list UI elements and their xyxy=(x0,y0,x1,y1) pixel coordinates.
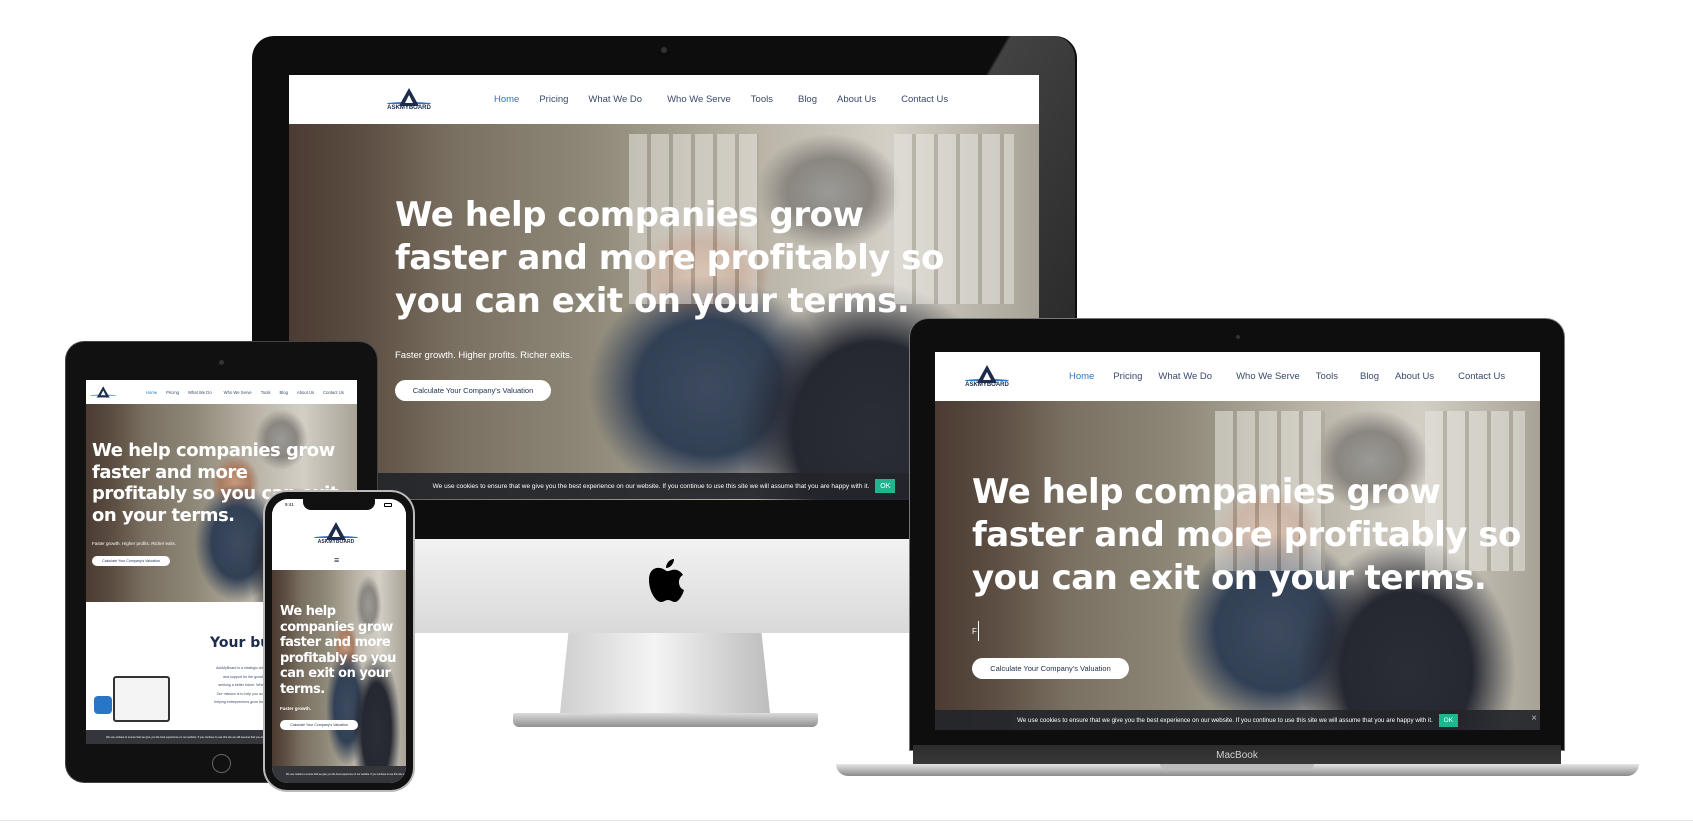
ipad-menu: Home Pricing What We Do Who We Serve Too… xyxy=(146,390,344,395)
macbook-cookie-banner: We use cookies to ensure that we give yo… xyxy=(935,710,1540,730)
ipad-chart-icon xyxy=(94,696,112,714)
iphone-header: ASKMYBOARD ≡ xyxy=(272,512,406,570)
macbook-brand-strip: MacBook xyxy=(913,745,1561,766)
nav-contact-us[interactable]: Contact Us xyxy=(901,94,948,105)
ipad-cookie-text: We use cookies to ensure that we give yo… xyxy=(106,735,281,739)
nav-tools[interactable]: Tools xyxy=(1316,371,1338,382)
macbook-menu: Home Pricing What We Do Who We Serve Too… xyxy=(1069,371,1505,382)
nav-about-us[interactable]: About Us xyxy=(837,94,876,105)
imac-stand-base xyxy=(513,713,818,727)
iphone-hero-subtitle: Faster growth. xyxy=(280,706,312,711)
logo-mark-icon xyxy=(977,365,997,383)
nav-tools[interactable]: Tools xyxy=(751,94,773,105)
ipad-hero-subtitle: Faster growth. Higher profits. Richer ex… xyxy=(92,541,177,546)
macbook-cta-button[interactable]: Calculate Your Company's Valuation xyxy=(972,658,1129,679)
nav-home[interactable]: Home xyxy=(146,390,157,395)
ipad-navbar: ASKMYBOARD Home Pricing What We Do Who W… xyxy=(86,380,357,404)
macbook-notch-groove xyxy=(1160,764,1314,769)
nav-contact-us[interactable]: Contact Us xyxy=(323,390,344,395)
macbook-navbar: ASKMYBOARD Home Pricing What We Do Who W… xyxy=(935,352,1540,401)
iphone-cookie-banner: We use cookies to ensure that we give yo… xyxy=(272,766,406,783)
iphone-notch xyxy=(303,499,375,510)
nav-what-we-do[interactable]: What We Do xyxy=(588,94,642,105)
close-icon[interactable]: × xyxy=(1531,714,1537,724)
iphone-screen: 9:41 ASKMYBOARD ≡ We help companies grow… xyxy=(272,499,406,783)
macbook-label: MacBook xyxy=(1216,750,1258,761)
nav-blog[interactable]: Blog xyxy=(280,390,288,395)
macbook-logo[interactable]: ASKMYBOARD xyxy=(965,365,1009,388)
logo-mark-icon xyxy=(326,522,346,540)
iphone-battery-icon xyxy=(384,503,392,507)
imac-logo[interactable]: ASKMYBOARD xyxy=(387,88,431,111)
imac-menu: Home Pricing What We Do Who We Serve Too… xyxy=(494,94,948,105)
iphone-hero-headline: We help companies grow faster and more p… xyxy=(280,604,396,697)
macbook-cookie-text: We use cookies to ensure that we give yo… xyxy=(1017,716,1433,724)
ipad-home-button xyxy=(212,754,231,773)
macbook-hero: We help companies grow faster and more p… xyxy=(935,401,1540,730)
nav-pricing[interactable]: Pricing xyxy=(166,390,179,395)
ipad-cta-button[interactable]: Calculate Your Company's Valuation xyxy=(92,556,170,566)
ipad-camera xyxy=(219,360,224,365)
nav-blog[interactable]: Blog xyxy=(1360,371,1379,382)
logo-mark-icon xyxy=(399,88,419,106)
iphone-logo[interactable]: ASKMYBOARD xyxy=(314,522,358,545)
imac-cta-button[interactable]: Calculate Your Company's Valuation xyxy=(395,380,551,401)
nav-about-us[interactable]: About Us xyxy=(1395,371,1434,382)
nav-blog[interactable]: Blog xyxy=(798,94,817,105)
page-divider xyxy=(0,820,1693,821)
nav-what-we-do[interactable]: What We Do xyxy=(1158,371,1212,382)
iphone-hero: We help companies grow faster and more p… xyxy=(272,570,406,766)
nav-who-we-serve[interactable]: Who We Serve xyxy=(667,94,731,105)
iphone-cta-button[interactable]: Calculate Your Company's Valuation xyxy=(280,720,358,730)
imac-cookie-ok-button[interactable]: OK xyxy=(875,479,896,493)
iphone-cookie-text: We use cookies to ensure that we give yo… xyxy=(286,773,406,776)
hamburger-menu-icon[interactable]: ≡ xyxy=(334,555,339,565)
nav-who-we-serve[interactable]: Who We Serve xyxy=(1236,371,1300,382)
macbook-hero-headline: We help companies grow faster and more p… xyxy=(972,472,1521,598)
nav-about-us[interactable]: About Us xyxy=(297,390,314,395)
macbook-hero-subtitle: F xyxy=(972,627,977,636)
nav-tools[interactable]: Tools xyxy=(261,390,271,395)
imac-camera xyxy=(661,47,667,53)
nav-home[interactable]: Home xyxy=(1069,371,1094,382)
nav-who-we-serve[interactable]: Who We Serve xyxy=(224,390,252,395)
imac-navbar: ASKMYBOARD Home Pricing What We Do Who W… xyxy=(289,75,1039,124)
imac-cookie-text: We use cookies to ensure that we give yo… xyxy=(432,482,870,490)
imac-hero-subtitle: Faster growth. Higher profits. Richer ex… xyxy=(395,350,573,361)
imac-hero-headline: We help companies grow faster and more p… xyxy=(395,195,944,321)
imac-stand xyxy=(560,633,770,713)
nav-pricing[interactable]: Pricing xyxy=(539,94,568,105)
ipad-logo[interactable]: ASKMYBOARD xyxy=(90,385,117,398)
nav-pricing[interactable]: Pricing xyxy=(1113,371,1142,382)
nav-contact-us[interactable]: Contact Us xyxy=(1458,371,1505,382)
ipad-device-thumbnail xyxy=(113,676,170,722)
nav-home[interactable]: Home xyxy=(494,94,519,105)
macbook-cookie-ok-button[interactable]: OK xyxy=(1438,713,1458,727)
logo-mark-icon xyxy=(97,385,110,397)
apple-logo-icon xyxy=(645,558,685,604)
macbook-camera xyxy=(1236,335,1240,339)
iphone-status-time: 9:41 xyxy=(285,502,294,507)
macbook-screen: ASKMYBOARD Home Pricing What We Do Who W… xyxy=(935,352,1540,730)
nav-what-we-do[interactable]: What We Do xyxy=(188,390,212,395)
text-cursor xyxy=(978,621,979,641)
